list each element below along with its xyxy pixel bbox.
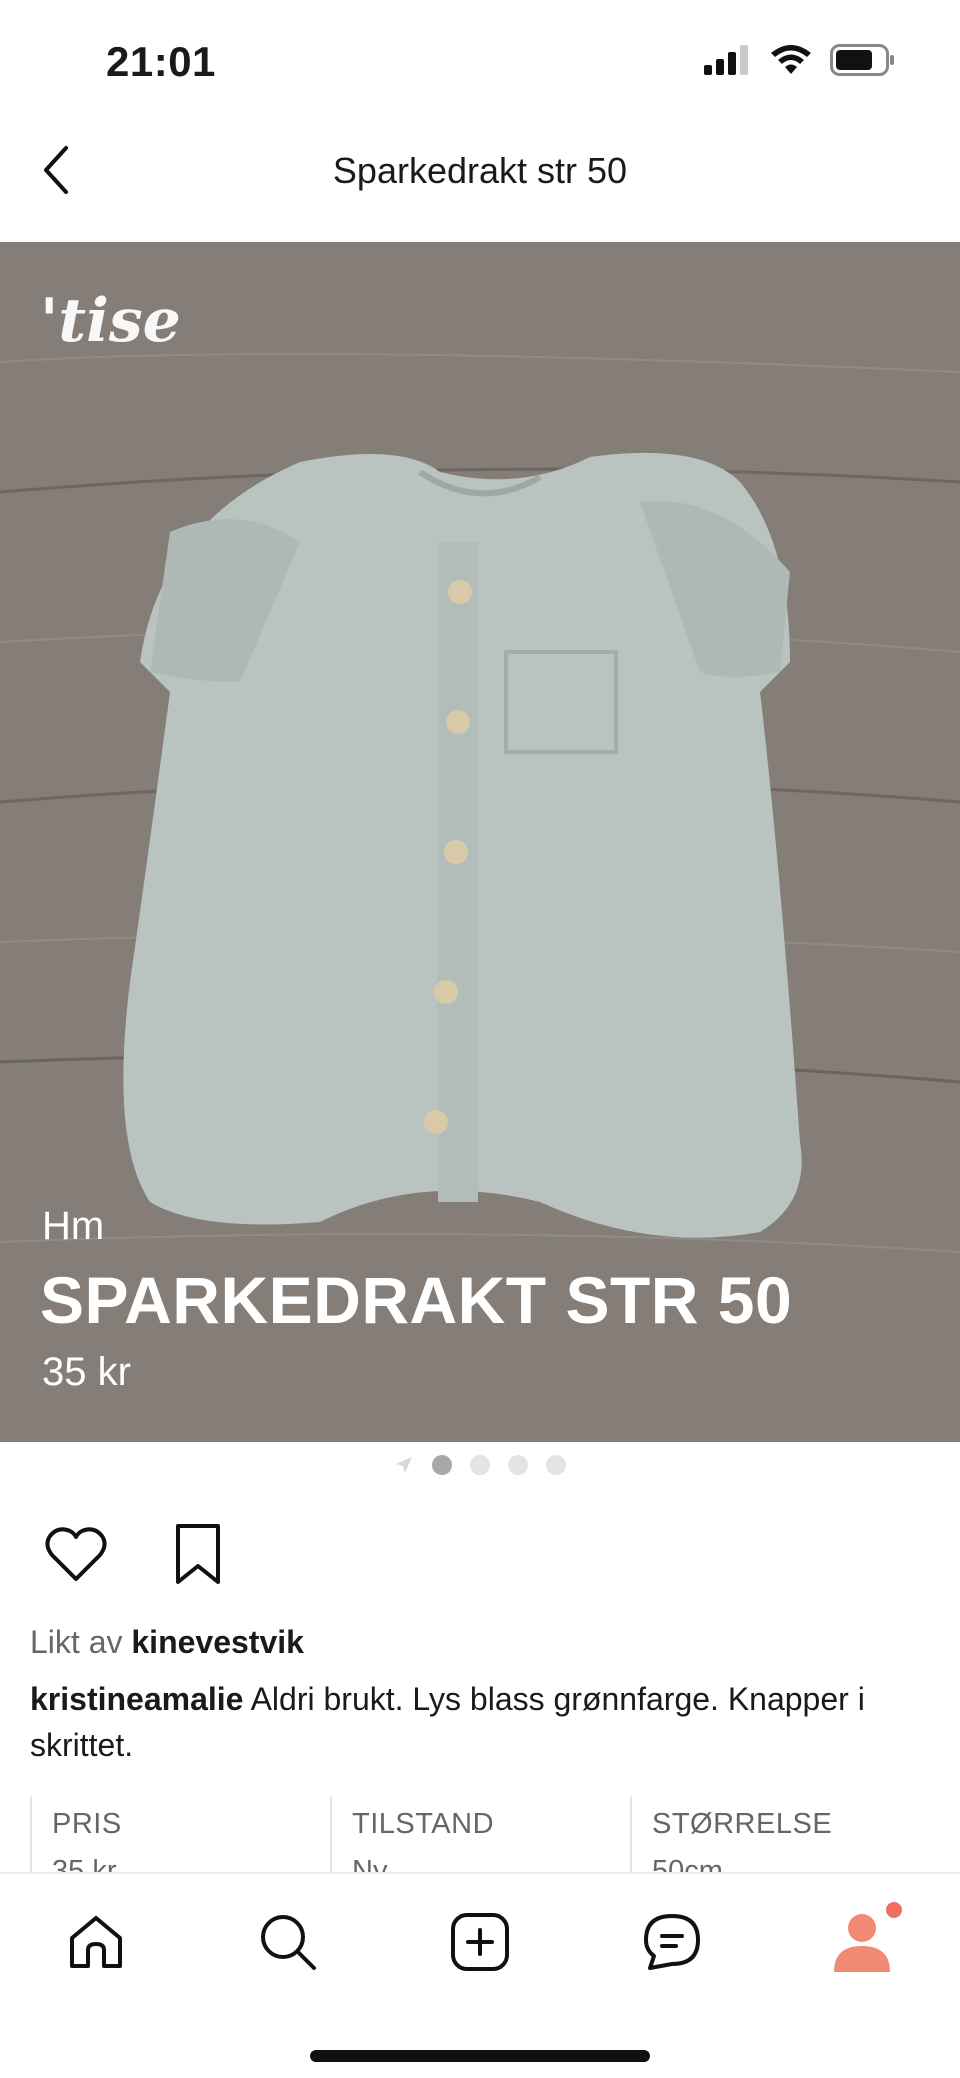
heart-icon [45, 1527, 107, 1581]
location-arrow-icon [394, 1455, 414, 1475]
profile-icon [834, 1902, 902, 1972]
product-image[interactable]: 'tise Hm SPARKEDRAKT STR 50 35 kr [0, 242, 960, 1442]
nav-bar: Sparkedrakt str 50 [0, 120, 960, 242]
carousel-dot[interactable] [546, 1455, 566, 1475]
home-icon [70, 1916, 122, 1968]
bookmark-icon [176, 1524, 220, 1584]
attribute-price: PRIS 35 kr [30, 1796, 330, 1874]
carousel-dot[interactable] [508, 1455, 528, 1475]
attribute-condition: TILSTAND Ny [330, 1796, 630, 1874]
wifi-icon [771, 45, 811, 74]
signal-icon [704, 45, 748, 75]
attribute-label: STØRRELSE [652, 1808, 833, 1840]
battery-icon [830, 44, 894, 76]
save-button[interactable] [162, 1518, 234, 1590]
carousel-dot[interactable] [432, 1455, 452, 1475]
author-link[interactable]: kristineamalie [30, 1681, 243, 1717]
product-title: SPARKEDRAKT STR 50 [40, 1263, 793, 1337]
attribute-label: PRIS [52, 1808, 122, 1840]
tab-search[interactable] [246, 1900, 330, 1984]
liked-prefix: Likt av [30, 1624, 123, 1660]
liked-by: Likt av kinevestvik [30, 1624, 304, 1661]
tise-watermark: 'tise [40, 286, 181, 356]
attribute-label: TILSTAND [352, 1808, 495, 1840]
action-row [40, 1518, 234, 1590]
like-button[interactable] [40, 1518, 112, 1590]
tab-bar [0, 1872, 960, 2078]
tab-profile[interactable] [822, 1900, 906, 1984]
add-icon [451, 1913, 509, 1971]
product-attributes: PRIS 35 kr TILSTAND Ny STØRRELSE 50cm [30, 1796, 930, 1874]
product-brand: Hm [42, 1204, 105, 1248]
chat-icon [644, 1914, 700, 1970]
tab-add[interactable] [438, 1900, 522, 1984]
status-icons [704, 44, 896, 76]
page-title: Sparkedrakt str 50 [332, 150, 628, 191]
tab-messages[interactable] [630, 1900, 714, 1984]
search-icon [261, 1915, 316, 1970]
status-time: 21:01 [106, 38, 216, 85]
tab-home[interactable] [54, 1900, 138, 1984]
status-bar: 21:01 [0, 0, 960, 120]
attribute-size: STØRRELSE 50cm [630, 1796, 930, 1874]
product-description: kristineamalie Aldri brukt. Lys blass gr… [30, 1676, 930, 1768]
product-price: 35 kr [42, 1350, 131, 1394]
home-indicator [310, 2050, 650, 2062]
notification-dot [886, 1902, 902, 1918]
liked-user-link[interactable]: kinevestvik [131, 1624, 304, 1660]
carousel-indicator [0, 1452, 960, 1478]
carousel-dot[interactable] [470, 1455, 490, 1475]
